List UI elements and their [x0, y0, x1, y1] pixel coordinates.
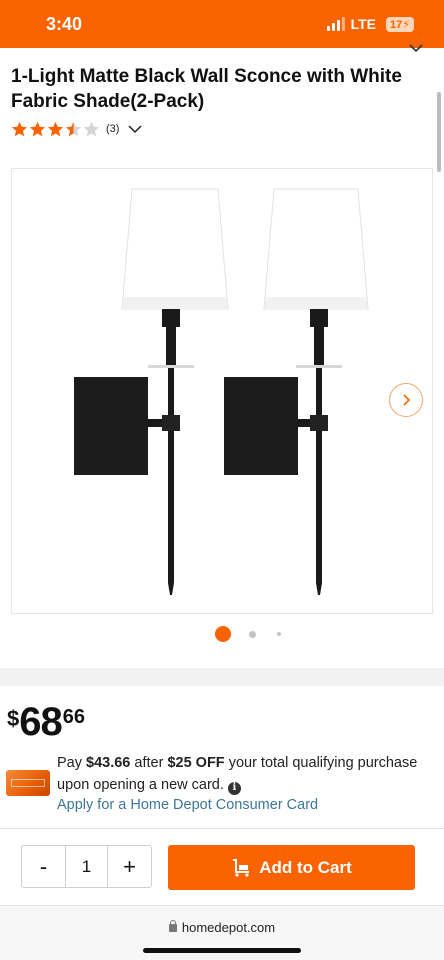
status-bar: 3:40 LTE 17⚡ — [0, 0, 444, 48]
lock-icon — [168, 920, 177, 932]
rating-stars — [11, 121, 100, 137]
product-image — [74, 188, 369, 595]
star-icon — [11, 121, 28, 137]
card-promo-text: Pay $43.66 after $25 OFF your total qual… — [57, 752, 437, 796]
quantity-stepper: - 1 + — [21, 845, 152, 888]
divider — [0, 828, 444, 829]
price-cents: 66 — [62, 706, 85, 728]
status-time: 3:40 — [46, 14, 83, 34]
browser-address-bar: homedepot.com — [0, 905, 444, 960]
chevron-down-icon[interactable] — [408, 40, 424, 56]
carousel-dots — [0, 624, 444, 644]
chevron-right-icon — [403, 394, 411, 406]
product-rating[interactable]: (3) — [11, 121, 143, 137]
section-divider — [0, 668, 444, 686]
apply-card-link[interactable]: Apply for a Home Depot Consumer Card — [57, 797, 318, 813]
home-indicator[interactable] — [143, 948, 301, 953]
quantity-input[interactable]: 1 — [65, 846, 108, 887]
sconce-right — [224, 188, 369, 595]
carousel-dot-active[interactable] — [215, 626, 231, 642]
product-title: 1-Light Matte Black Wall Sconce with Whi… — [11, 66, 402, 112]
product-image-carousel[interactable] — [11, 168, 433, 614]
battery-icon: 17⚡ — [386, 16, 414, 32]
status-indicators: LTE 17⚡ — [326, 16, 414, 32]
battery-level: 17 — [390, 18, 403, 31]
network-type: LTE — [350, 16, 377, 32]
add-to-cart-label: Add to Cart — [259, 857, 352, 877]
cart-icon — [233, 858, 250, 877]
promo-after-text: after — [130, 755, 168, 771]
promo-pay-prefix: Pay — [57, 755, 87, 771]
url-text: homedepot.com — [181, 920, 276, 935]
star-icon — [83, 121, 100, 137]
star-icon — [47, 121, 64, 137]
scrollbar[interactable] — [437, 92, 441, 172]
carousel-dot[interactable] — [248, 630, 256, 638]
promo-discounted-amount: $43.66 — [86, 755, 131, 771]
signal-icon — [326, 17, 345, 31]
price-currency: $ — [7, 706, 20, 731]
next-image-button[interactable] — [389, 383, 423, 417]
decrement-button[interactable]: - — [22, 846, 65, 887]
star-icon — [29, 121, 46, 137]
chevron-down-icon[interactable] — [127, 121, 143, 137]
increment-button[interactable]: + — [108, 846, 151, 887]
credit-card-image — [6, 770, 50, 796]
sconce-left — [74, 188, 229, 595]
add-to-cart-button[interactable]: Add to Cart — [168, 845, 415, 890]
promo-discount: $25 OFF — [167, 755, 225, 771]
url-display[interactable]: homedepot.com — [0, 920, 444, 935]
price-dollars: 68 — [19, 700, 62, 744]
carousel-dot[interactable] — [277, 632, 281, 636]
star-icon — [65, 121, 82, 137]
product-price: $ 68 66 — [7, 702, 85, 742]
info-icon[interactable]: i — [227, 781, 241, 795]
review-count[interactable]: (3) — [106, 123, 119, 135]
